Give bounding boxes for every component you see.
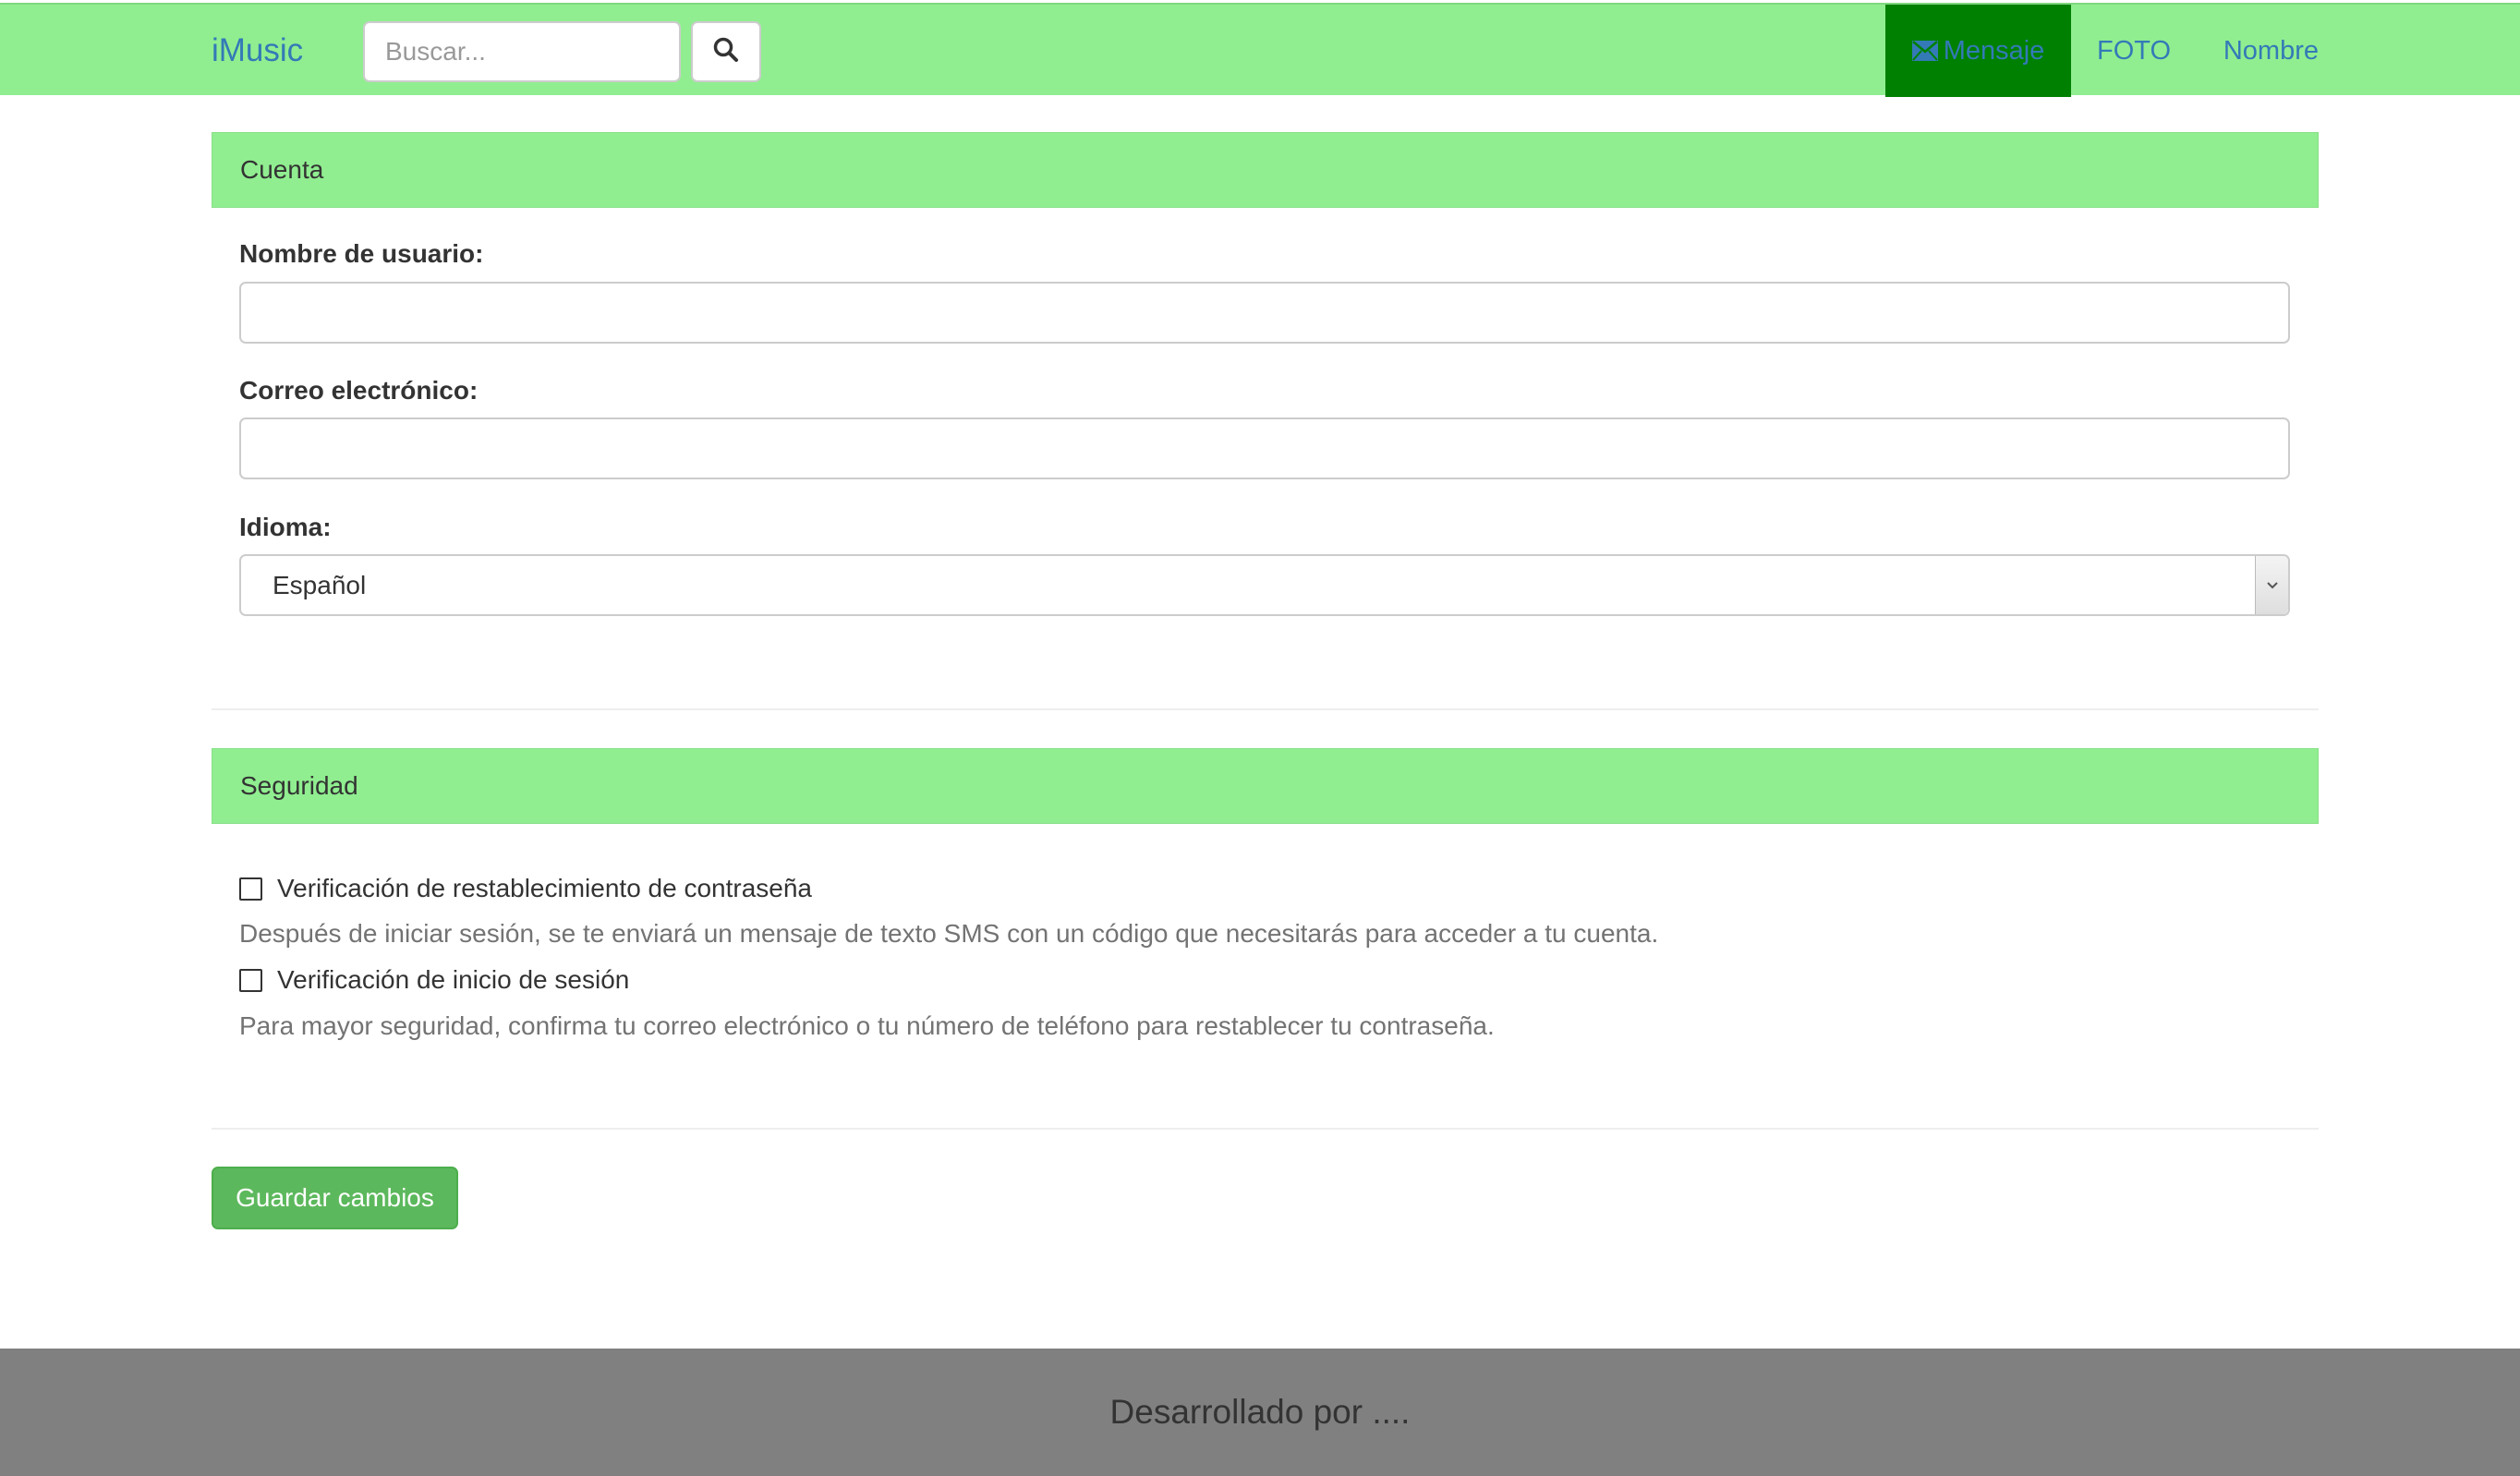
username-label: Nombre de usuario: [239,239,484,268]
nav-mensaje-label: Mensaje [1943,35,2045,66]
brand-link[interactable]: iMusic [212,32,303,69]
search-input[interactable] [363,21,681,82]
checkbox-label: Verificación de inicio de sesión [277,965,630,994]
top-navbar: iMusic Mensaje FOTO Nombre [0,3,2520,97]
footer: Desarrollado por .... [0,1349,2520,1476]
checkbox-box[interactable] [239,968,262,992]
nav-foto[interactable]: FOTO [2071,5,2197,97]
chevron-down-icon [2255,556,2288,614]
envelope-icon [1911,41,1938,61]
section-divider [212,708,2319,710]
username-field[interactable] [239,282,2290,344]
email-label: Correo electrónico: [239,376,479,405]
footer-text: Desarrollado por .... [1109,1393,1411,1431]
security-panel-heading: Seguridad [212,748,2319,824]
language-label: Idioma: [239,513,332,541]
account-panel-heading: Cuenta [212,132,2319,208]
search-icon [712,36,740,68]
language-select[interactable]: Español [239,554,2290,616]
nav-nombre[interactable]: Nombre [2197,5,2319,97]
section-divider [212,1128,2319,1130]
language-selected-value: Español [273,570,367,599]
email-field[interactable] [239,417,2290,479]
login-verification-checkbox[interactable]: Verificación de inicio de sesión [239,965,629,995]
help-text: Para mayor seguridad, confirma tu correo… [239,1011,1495,1040]
checkbox-box[interactable] [239,877,262,901]
search-button[interactable] [691,21,761,82]
save-changes-button[interactable]: Guardar cambios [212,1167,458,1229]
help-text: Después de iniciar sesión, se te enviará… [239,919,1659,948]
nav-mensaje[interactable]: Mensaje [1885,5,2071,97]
checkbox-label: Verificación de restablecimiento de cont… [277,874,813,902]
password-reset-verification-checkbox[interactable]: Verificación de restablecimiento de cont… [239,874,812,903]
